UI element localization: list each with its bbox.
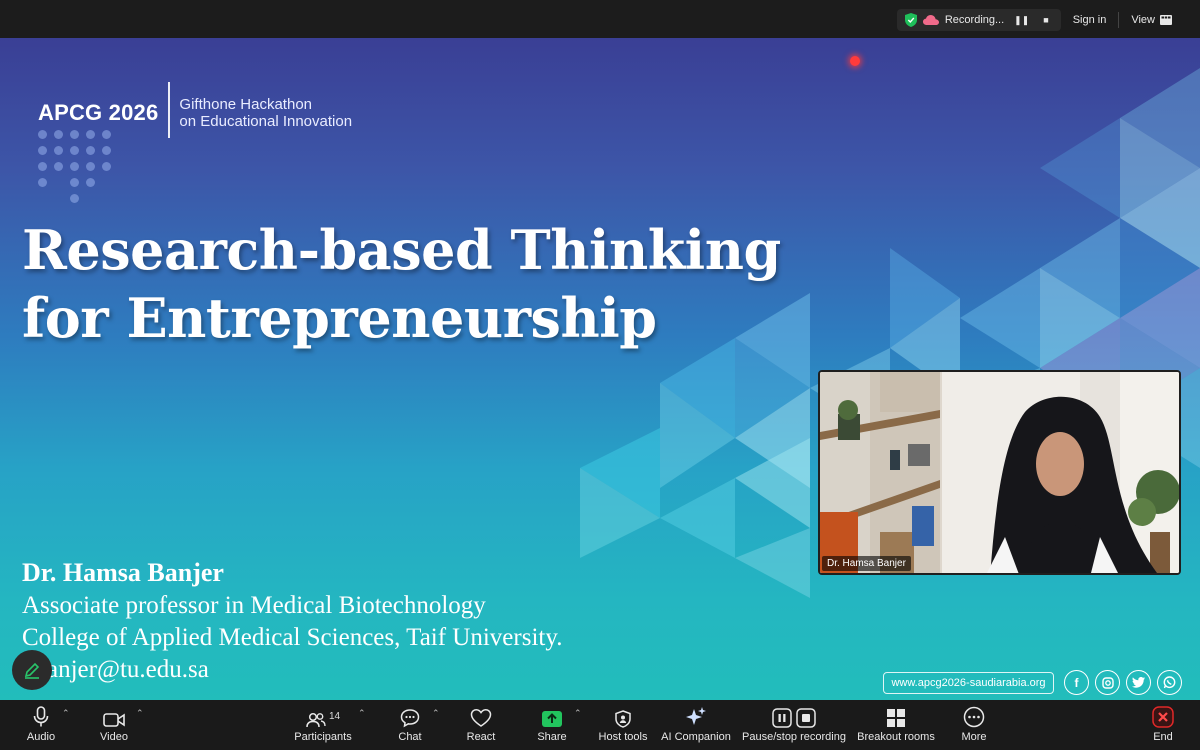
cloud-recording-icon xyxy=(922,15,939,25)
audio-button[interactable]: Audio xyxy=(20,700,62,750)
meeting-toolbar: Audio ⌃ Video ⌃ 14 Participants ⌃ Chat ⌃… xyxy=(0,700,1200,750)
presenter-info: Dr. Hamsa Banjer Associate professor in … xyxy=(22,556,562,686)
encryption-shield-icon[interactable] xyxy=(904,13,917,27)
more-button[interactable]: More xyxy=(955,700,993,750)
more-dots-icon xyxy=(963,706,985,728)
instagram-icon xyxy=(1095,670,1120,695)
ai-companion-button[interactable]: AI Companion xyxy=(660,700,732,750)
view-grid-icon xyxy=(1160,15,1172,25)
chat-icon xyxy=(400,709,420,728)
audio-label: Audio xyxy=(26,731,56,743)
participant-video-tile[interactable]: Dr. Hamsa Banjer xyxy=(818,370,1181,575)
end-meeting-button[interactable]: End xyxy=(1148,700,1178,750)
participant-name-label: Dr. Hamsa Banjer xyxy=(822,556,911,571)
top-bar-controls: Recording... ❚❚ ■ Sign in View xyxy=(896,9,1184,31)
view-button[interactable]: View xyxy=(1119,9,1184,31)
meeting-top-bar: Recording... ❚❚ ■ Sign in View xyxy=(0,0,1200,38)
end-close-icon xyxy=(1152,706,1174,728)
sign-in-button[interactable]: Sign in xyxy=(1061,9,1119,31)
breakout-rooms-label: Breakout rooms xyxy=(857,731,935,743)
annotate-button[interactable] xyxy=(12,650,52,690)
chat-label: Chat xyxy=(398,731,422,743)
heart-icon xyxy=(470,709,492,727)
shared-screen-slide: APCG 2026 Gifthone Hackathon on Educatio… xyxy=(0,38,1200,700)
conference-website: www.apcg2026-saudiarabia.org xyxy=(883,672,1054,694)
stop-recording-icon[interactable]: ■ xyxy=(1039,15,1052,25)
pencil-icon xyxy=(24,662,40,679)
pause-stop-recording-button[interactable]: Pause/stop recording xyxy=(741,700,847,750)
brand-dot-pattern xyxy=(38,130,118,210)
brand-title: APCG 2026 xyxy=(38,100,159,125)
video-label: Video xyxy=(100,731,128,743)
share-screen-icon xyxy=(542,711,562,727)
participants-button[interactable]: 14 Participants xyxy=(290,700,356,750)
twitter-icon xyxy=(1126,670,1151,695)
pause-icon xyxy=(772,708,792,728)
chat-button[interactable]: Chat xyxy=(392,700,428,750)
react-button[interactable]: React xyxy=(462,700,500,750)
chat-options-chevron-icon[interactable]: ⌃ xyxy=(432,708,440,719)
presenter-role: Associate professor in Medical Biotechno… xyxy=(22,592,486,619)
whatsapp-icon xyxy=(1157,670,1182,695)
pause-stop-recording-label: Pause/stop recording xyxy=(742,731,846,743)
breakout-rooms-button[interactable]: Breakout rooms xyxy=(856,700,936,750)
presenter-name: Dr. Hamsa Banjer xyxy=(22,558,224,587)
video-button[interactable]: Video xyxy=(94,700,134,750)
video-camera-icon xyxy=(103,713,125,727)
stop-icon xyxy=(796,708,816,728)
more-label: More xyxy=(961,731,987,743)
brand-subtitle-line1: Gifthone Hackathon xyxy=(179,96,313,113)
slide-title-line1: Research-based Thinking xyxy=(22,218,781,282)
slide-title-line2: for Entrepreneurship xyxy=(22,286,657,350)
social-icons: f xyxy=(1064,670,1182,695)
microphone-icon xyxy=(33,706,49,727)
audio-options-chevron-icon[interactable]: ⌃ xyxy=(62,708,70,719)
breakout-rooms-icon xyxy=(887,709,905,727)
participants-label: Participants xyxy=(294,731,352,743)
pause-recording-icon[interactable]: ❚❚ xyxy=(1010,15,1033,26)
recording-label: Recording... xyxy=(944,14,1005,26)
ai-companion-label: AI Companion xyxy=(661,731,731,743)
host-tools-shield-icon xyxy=(615,710,631,728)
ai-sparkle-icon xyxy=(686,707,706,725)
share-label: Share xyxy=(537,731,567,743)
brand-subtitle-line2: on Educational Innovation xyxy=(179,113,353,130)
share-button[interactable]: Share xyxy=(534,700,570,750)
recording-dot-indicator xyxy=(850,56,860,66)
participant-video-feed xyxy=(820,372,1179,573)
presenter-organization: College of Applied Medical Sciences, Tai… xyxy=(22,624,563,651)
slide-title: Research-based Thinking for Entrepreneur… xyxy=(22,216,781,352)
presenter-email: hbanjer@tu.edu.sa xyxy=(22,656,209,683)
brand-divider xyxy=(168,82,171,138)
brand-subtitle: Gifthone Hackathon on Educational Innova… xyxy=(179,96,352,130)
share-options-chevron-icon[interactable]: ⌃ xyxy=(574,708,582,719)
zoom-meeting-window: Recording... ❚❚ ■ Sign in View APCG 2026… xyxy=(0,0,1200,750)
host-tools-label: Host tools xyxy=(598,731,648,743)
recording-indicator[interactable]: Recording... ❚❚ ■ xyxy=(896,9,1061,31)
facebook-icon: f xyxy=(1064,670,1089,695)
participants-count: 14 xyxy=(328,711,341,722)
react-label: React xyxy=(466,731,496,743)
participants-icon xyxy=(306,712,326,728)
host-tools-button[interactable]: Host tools xyxy=(596,700,650,750)
participants-options-chevron-icon[interactable]: ⌃ xyxy=(358,708,366,719)
end-label: End xyxy=(1153,731,1173,743)
video-options-chevron-icon[interactable]: ⌃ xyxy=(136,708,144,719)
view-label: View xyxy=(1131,14,1155,26)
